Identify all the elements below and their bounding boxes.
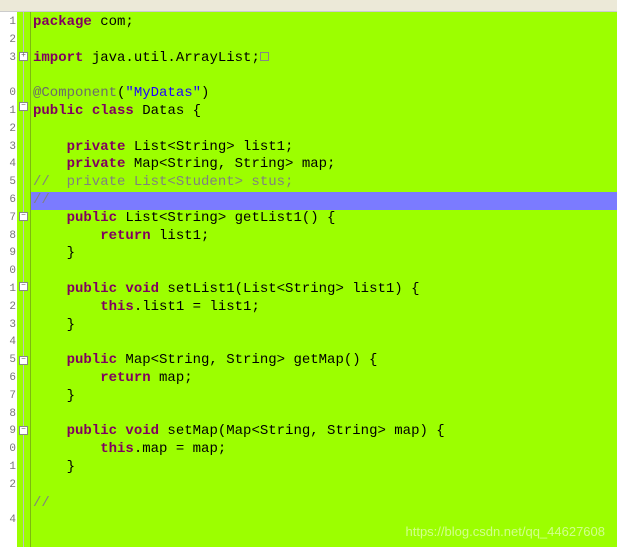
code-line[interactable]: [31, 406, 617, 424]
line-number: 1: [0, 281, 16, 299]
fold-collapse-icon[interactable]: −: [19, 356, 28, 365]
code-editor[interactable]: 1 2 3 0 1 2 3 4 5 6 7 8 9 0 1 2 3 4 5 6 …: [0, 12, 617, 547]
line-number: 9: [0, 423, 16, 441]
code-line[interactable]: private List<String> list1;: [31, 139, 617, 157]
line-number: 2: [0, 32, 16, 50]
line-number: 5: [0, 352, 16, 370]
folded-import-icon[interactable]: [260, 52, 269, 61]
fold-collapse-icon[interactable]: −: [19, 426, 28, 435]
code-line[interactable]: public Map<String, String> getMap() {: [31, 352, 617, 370]
editor-tabbar: [0, 0, 617, 12]
code-line[interactable]: //: [31, 495, 617, 513]
code-line[interactable]: // private List<Student> stus;: [31, 174, 617, 192]
line-number: 3: [0, 50, 16, 68]
line-number: 2: [0, 121, 16, 139]
code-line[interactable]: }: [31, 317, 617, 335]
code-line[interactable]: package com;: [31, 14, 617, 32]
code-line[interactable]: return list1;: [31, 228, 617, 246]
line-number: 8: [0, 406, 16, 424]
line-number: 3: [0, 139, 16, 157]
code-line[interactable]: this.map = map;: [31, 441, 617, 459]
code-line[interactable]: public List<String> getList1() {: [31, 210, 617, 228]
line-number: 0: [0, 263, 16, 281]
line-number: 4: [0, 156, 16, 174]
code-line[interactable]: }: [31, 245, 617, 263]
line-number: 5: [0, 174, 16, 192]
code-line[interactable]: import java.util.ArrayList;: [31, 50, 617, 68]
code-line[interactable]: [31, 334, 617, 352]
line-number: 0: [0, 441, 16, 459]
line-number: [0, 495, 16, 513]
code-line-current[interactable]: //: [31, 192, 617, 210]
code-line[interactable]: @Component("MyDatas"): [31, 85, 617, 103]
line-number: 1: [0, 459, 16, 477]
line-number: 2: [0, 477, 16, 495]
line-number: 7: [0, 388, 16, 406]
line-number-gutter: 1 2 3 0 1 2 3 4 5 6 7 8 9 0 1 2 3 4 5 6 …: [0, 12, 17, 547]
line-number: 9: [0, 245, 16, 263]
line-number: 0: [0, 85, 16, 103]
code-line[interactable]: [31, 32, 617, 50]
line-number: 1: [0, 14, 16, 32]
line-number: 4: [0, 512, 16, 530]
line-number: 8: [0, 228, 16, 246]
line-number: 6: [0, 192, 16, 210]
line-number: 4: [0, 334, 16, 352]
code-line[interactable]: [31, 477, 617, 495]
code-line[interactable]: }: [31, 459, 617, 477]
line-number: [0, 67, 16, 85]
code-line[interactable]: public void setMap(Map<String, String> m…: [31, 423, 617, 441]
line-number: 6: [0, 370, 16, 388]
line-number: 1: [0, 103, 16, 121]
code-line[interactable]: private Map<String, String> map;: [31, 156, 617, 174]
code-area[interactable]: package com; import java.util.ArrayList;…: [31, 12, 617, 547]
code-line[interactable]: [31, 263, 617, 281]
fold-collapse-icon[interactable]: −: [19, 282, 28, 291]
fold-collapse-icon[interactable]: −: [19, 212, 28, 221]
code-line[interactable]: [31, 121, 617, 139]
code-line[interactable]: }: [31, 388, 617, 406]
line-number: 7: [0, 210, 16, 228]
code-line[interactable]: public class Datas {: [31, 103, 617, 121]
code-line[interactable]: public void setList1(List<String> list1)…: [31, 281, 617, 299]
fold-collapse-icon[interactable]: −: [19, 102, 28, 111]
code-line[interactable]: [31, 67, 617, 85]
code-line[interactable]: this.list1 = list1;: [31, 299, 617, 317]
line-number: 3: [0, 317, 16, 335]
code-line[interactable]: return map;: [31, 370, 617, 388]
fold-expand-icon[interactable]: +: [19, 52, 28, 61]
fold-gutter: + − − − − −: [17, 12, 31, 547]
line-number: 2: [0, 299, 16, 317]
